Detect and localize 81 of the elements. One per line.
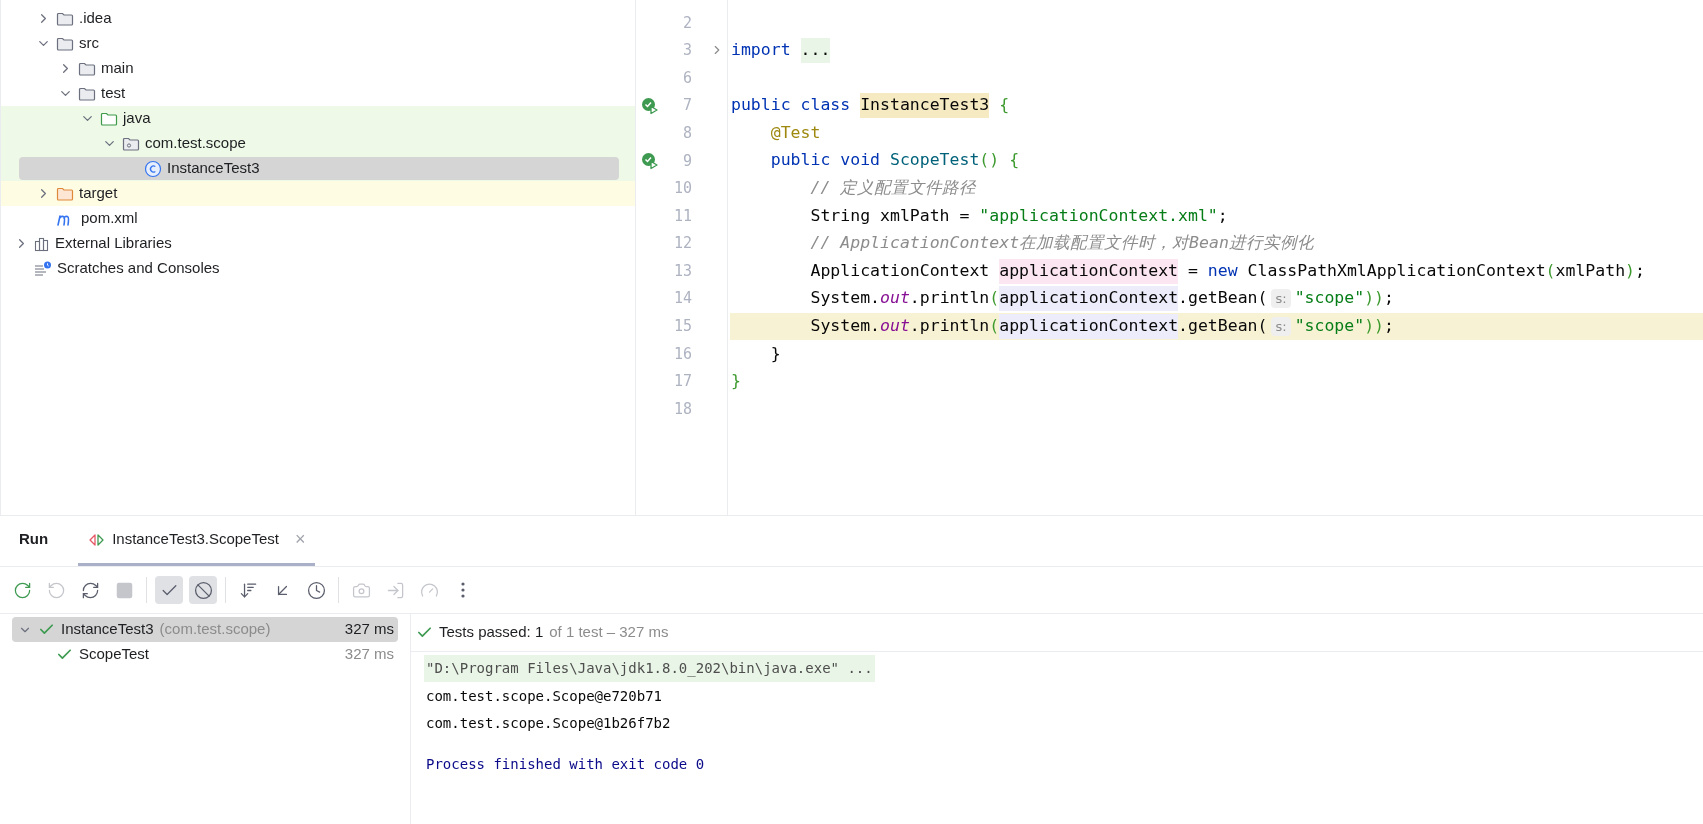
line-number: 12: [672, 233, 692, 255]
folder-icon: [100, 110, 118, 127]
tree-item-label: InstanceTest3: [167, 158, 260, 179]
toolbar-button[interactable]: [189, 576, 217, 604]
line-number: 11: [672, 205, 692, 227]
tree-item[interactable]: java: [1, 106, 635, 131]
tree-item-label: main: [101, 58, 134, 79]
line-number: 14: [672, 288, 692, 310]
folder-icon: [56, 10, 74, 27]
run-test-icon[interactable]: [641, 151, 659, 170]
code-line: // ApplicationContext在加载配置文件时，对Bean进行实例化: [809, 232, 1315, 255]
line-number: 7: [681, 95, 692, 117]
tree-item-label: External Libraries: [55, 233, 172, 254]
rerun-icon: [12, 580, 32, 600]
run-test-icon[interactable]: [641, 96, 659, 115]
code-line: // 定义配置文件路径: [809, 177, 978, 199]
line-number: 6: [681, 67, 692, 89]
code-line: public void ScopeTest() {: [769, 149, 1021, 172]
tree-item-label: com.test.scope: [145, 133, 246, 154]
line-number: 17: [672, 371, 692, 393]
tree-item[interactable]: .idea: [1, 6, 635, 31]
stop-icon: [114, 580, 134, 600]
test-result-row[interactable]: ScopeTest 327 ms: [12, 642, 398, 667]
line-number: 16: [672, 343, 692, 365]
tree-item-label: pom.xml: [81, 208, 138, 229]
package-folder-icon: [122, 135, 140, 152]
parameter-hint: s:: [1271, 316, 1291, 337]
more-icon: [461, 582, 465, 598]
run-tab[interactable]: InstanceTest3.ScopeTest ×: [78, 516, 316, 566]
line-number: 10: [672, 178, 692, 200]
status-detail: of 1 test – 327 ms: [549, 622, 669, 643]
code-line: public class InstanceTest3 {: [730, 91, 1703, 120]
export-icon: [385, 580, 405, 600]
line-number: 18: [672, 398, 692, 420]
code-line: import ...: [730, 36, 1703, 65]
folder-icon: [78, 60, 96, 77]
code-line: System.out.println(applicationContext.getBean( s: "scope"));: [730, 284, 1703, 313]
tree-item[interactable]: main: [1, 56, 635, 81]
clock-icon: [306, 580, 326, 600]
line-number: 13: [672, 260, 692, 282]
line-number: 9: [681, 150, 692, 172]
code-line: ApplicationContext applicationContext = new ClassPathXmlApplicationContext(xmlPath);: [730, 257, 1703, 285]
console-line: com.test.scope.Scope@e720b71: [425, 686, 663, 706]
panel-title: Run: [19, 528, 49, 549]
line-number: 2: [681, 12, 692, 34]
tree-item-label: test: [101, 83, 126, 104]
line-number: 15: [672, 316, 692, 338]
code-line: }: [769, 342, 782, 365]
class-icon: [144, 159, 162, 178]
tree-item[interactable]: Scratches and Consoles: [1, 256, 635, 281]
tree-item-label: Scratches and Consoles: [57, 258, 220, 279]
tree-item[interactable]: com.test.scope: [1, 131, 635, 156]
code-line: String xmlPath = "applicationContext.xml";: [809, 204, 1229, 227]
line-number: 8: [681, 122, 692, 144]
tree-item-label: src: [79, 33, 99, 54]
rerun-failed-icon: [46, 580, 66, 600]
console-line: Process finished with exit code 0: [425, 755, 706, 775]
line-number: 3: [681, 40, 692, 62]
console-line: com.test.scope.Scope@1b26f7b2: [425, 714, 672, 734]
code-line: }: [730, 370, 742, 393]
ban-icon: [193, 580, 213, 600]
tree-item[interactable]: test: [1, 81, 635, 106]
folder-icon: [78, 85, 96, 102]
scratches-icon: [34, 260, 52, 277]
code-line: @Test: [769, 121, 822, 144]
tree-item-label: .idea: [79, 8, 112, 29]
libraries-icon: [34, 235, 50, 252]
tree-item[interactable]: External Libraries: [1, 231, 635, 256]
tree-item-label: java: [123, 108, 151, 129]
toggle-auto-test-icon: [80, 580, 100, 600]
toolbar-button[interactable]: [155, 576, 183, 604]
tree-item[interactable]: pom.xml: [1, 206, 635, 231]
tree-item[interactable]: target: [1, 181, 635, 206]
test-result-row[interactable]: InstanceTest3 (com.test.scope) 327 ms: [12, 617, 398, 642]
tree-item[interactable]: InstanceTest3: [1, 156, 635, 181]
tree-item-label: target: [79, 183, 118, 204]
folder-icon: [56, 185, 74, 202]
tree-item[interactable]: src: [1, 31, 635, 56]
folder-icon: [56, 35, 74, 52]
parameter-hint: s:: [1271, 289, 1291, 309]
status-text: Tests passed: 1: [439, 622, 544, 643]
